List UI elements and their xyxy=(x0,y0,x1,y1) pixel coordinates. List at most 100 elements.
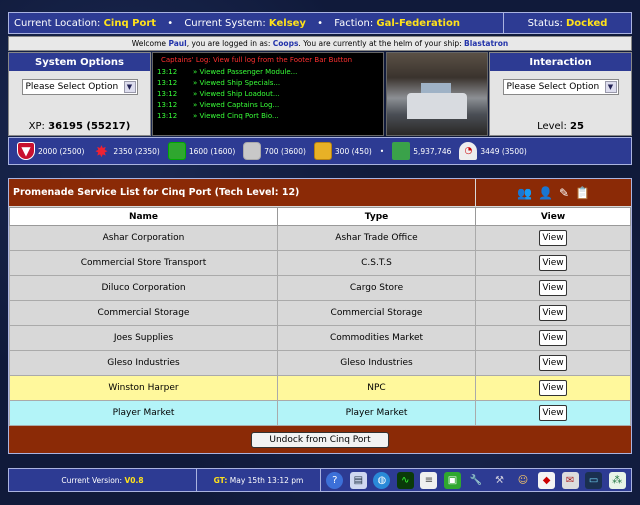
mailbox-icon[interactable]: ✉ xyxy=(561,471,579,489)
crate-icon xyxy=(313,142,332,160)
system-options-select[interactable]: Please Select Option ▼ xyxy=(21,79,138,95)
cargo-cube-icon xyxy=(167,142,186,160)
table-row: Ashar Corporation Ashar Trade Office Vie… xyxy=(9,225,631,251)
view-button[interactable]: View xyxy=(539,405,567,421)
shields-resource: ▼ 2000 (2500) xyxy=(17,142,84,160)
undock-button[interactable]: Undock from Cinq Port xyxy=(251,431,389,448)
gauge-icon: ◔ xyxy=(459,142,478,160)
log-entry: 13:12 » Viewed Captains Log... xyxy=(157,100,379,111)
footer-toolbar: ? ▤ ◍ ∿ ≡ ▣ 🔧 ⚒ ☺ ◆ ✉ ▭ ⁂ xyxy=(321,469,631,491)
welcome-pre: Welcome xyxy=(131,39,167,48)
log-text: » Viewed Ship Specials... xyxy=(193,79,281,87)
cube-icon[interactable]: ▣ xyxy=(443,471,461,489)
view-button[interactable]: View xyxy=(539,280,567,296)
log-entry: 13:12 » Viewed Cinq Port Bio... xyxy=(157,111,379,122)
table-row: Commercial Store Transport C.S.T.S View xyxy=(9,250,631,276)
service-list-actions: 👥 👤 ✎ 📋 xyxy=(475,179,631,206)
footer-bar: Current Version: V0.8 GT: May 15th 13:12… xyxy=(8,468,632,492)
service-type: Player Market xyxy=(277,400,476,426)
gt-label: GT: xyxy=(213,475,228,485)
location-info: Current Location: Cinq Port • Current Sy… xyxy=(9,18,503,29)
view-button[interactable]: View xyxy=(539,255,567,271)
system-value: Kelsey xyxy=(268,17,306,29)
wrench-icon[interactable]: 🔧 xyxy=(467,472,484,489)
badge-icon[interactable]: ◆ xyxy=(538,471,556,489)
chevron-down-icon[interactable]: ▼ xyxy=(604,81,617,93)
log-time: 13:12 xyxy=(157,101,178,109)
version-cell: Current Version: V0.8 xyxy=(9,469,197,491)
log-entry: 13:12 » Viewed Passenger Module... xyxy=(157,67,379,78)
column-header-view: View xyxy=(475,207,631,226)
service-name: Commercial Storage xyxy=(9,300,278,326)
view-button[interactable]: View xyxy=(539,230,567,246)
column-header-name: Name xyxy=(9,207,278,226)
promenade-service-list: Promenade Service List for Cinq Port (Te… xyxy=(8,178,632,454)
separator: • xyxy=(167,17,174,29)
level-label: Level: xyxy=(537,121,567,132)
service-name: Player Market xyxy=(9,400,278,426)
tools-icon[interactable]: ⚒ xyxy=(491,472,508,489)
interaction-select-value: Please Select Option xyxy=(506,82,600,92)
log-entry: 13:12 » Viewed Ship Specials... xyxy=(157,78,379,89)
captains-log-note: View full log from the Footer Bar Button xyxy=(212,56,353,64)
service-name: Diluco Corporation xyxy=(9,275,278,301)
user-icon[interactable]: ☺ xyxy=(515,472,532,489)
view-button[interactable]: View xyxy=(539,305,567,321)
hull-icon: ✸ xyxy=(94,141,109,161)
location-bar: Current Location: Cinq Port • Current Sy… xyxy=(8,12,632,34)
globe-icon[interactable]: ◍ xyxy=(373,471,391,489)
captains-log-header: Captains' Log: View full log from the Fo… xyxy=(157,56,379,64)
interaction-panel: Interaction Please Select Option ▼ Level… xyxy=(489,52,632,136)
log-time: 13:12 xyxy=(157,90,178,98)
system-label: Current System: xyxy=(184,17,266,29)
monitor-icon[interactable]: ∿ xyxy=(396,471,414,489)
service-name: Gleso Industries xyxy=(9,350,278,376)
bridge-console xyxy=(407,93,467,119)
xp-value: 36195 (55217) xyxy=(48,121,131,132)
view-button[interactable]: View xyxy=(539,380,567,396)
welcome-user: Paul xyxy=(168,39,187,48)
network-icon[interactable]: ⁂ xyxy=(608,471,626,489)
service-list-footer: Undock from Cinq Port xyxy=(9,426,631,453)
service-type: Commercial Storage xyxy=(277,300,476,326)
system-options-panel: System Options Please Select Option ▼ XP… xyxy=(8,52,151,136)
status-label: Status: xyxy=(527,17,563,29)
people-icon[interactable]: 👥 xyxy=(517,186,532,200)
view-button[interactable]: View xyxy=(539,330,567,346)
welcome-bar: Welcome Paul , you are logged in as: Coo… xyxy=(8,36,632,51)
edit-icon[interactable]: ✎ xyxy=(559,186,569,200)
view-cell: View xyxy=(475,350,631,376)
view-button[interactable]: View xyxy=(539,355,567,371)
fuel-barrel-icon xyxy=(243,142,262,160)
hull-value: 2350 (2350) xyxy=(113,146,160,156)
location-label: Current Location: xyxy=(14,17,101,29)
person-icon[interactable]: 👤 xyxy=(538,186,553,200)
computer-icon[interactable]: ▭ xyxy=(585,471,603,489)
clipboard-icon[interactable]: 📋 xyxy=(575,186,590,200)
column-header-type: Type xyxy=(277,207,476,226)
service-name: Ashar Corporation xyxy=(9,225,278,251)
faction-value: Gal-Federation xyxy=(376,17,460,29)
window-icon[interactable]: ▤ xyxy=(349,471,367,489)
interaction-select[interactable]: Please Select Option ▼ xyxy=(502,79,619,95)
log-text: » Viewed Passenger Module... xyxy=(193,68,298,76)
service-type: NPC xyxy=(277,375,476,401)
system-options-select-value: Please Select Option xyxy=(25,82,119,92)
chevron-down-icon[interactable]: ▼ xyxy=(123,81,136,93)
view-cell: View xyxy=(475,375,631,401)
crates-value: 300 (450) xyxy=(334,146,372,156)
xp-display: XP: 36195 (55217) xyxy=(9,121,150,132)
ship-bridge-image xyxy=(386,52,488,136)
credits-resource: 5,937,746 xyxy=(392,142,451,160)
table-row-npc: Winston Harper NPC View xyxy=(9,375,631,401)
welcome-post: . You are currently at the helm of your … xyxy=(298,39,462,48)
location-value: Cinq Port xyxy=(103,17,157,29)
service-table: Name Type View Ashar Corporation Ashar T… xyxy=(9,207,631,426)
hull-resource: ✸ 2350 (2350) xyxy=(92,141,160,161)
help-icon[interactable]: ? xyxy=(326,471,344,489)
document-icon[interactable]: ≡ xyxy=(420,471,438,489)
service-name: Commercial Store Transport xyxy=(9,250,278,276)
log-time: 13:12 xyxy=(157,112,178,120)
service-type: C.S.T.S xyxy=(277,250,476,276)
welcome-mid: , you are logged in as: xyxy=(186,39,271,48)
